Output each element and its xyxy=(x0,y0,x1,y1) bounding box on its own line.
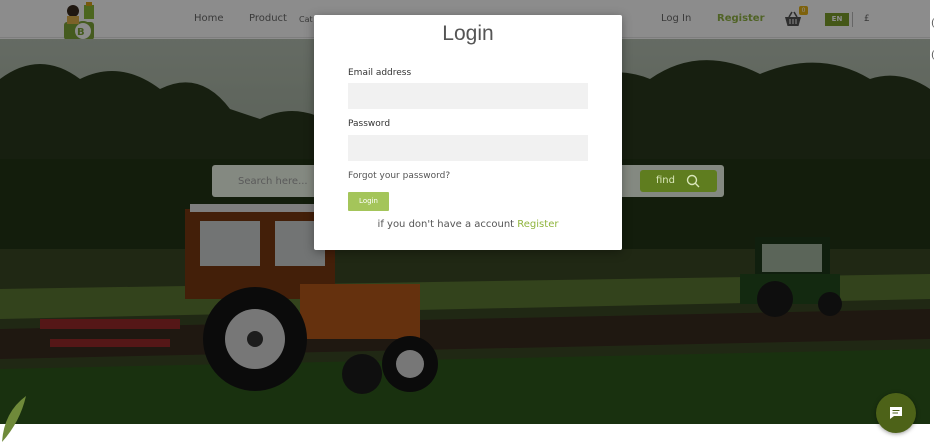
search-icon xyxy=(686,174,700,188)
password-label: Password xyxy=(348,119,391,129)
login-modal: Login Email address Password Forgot your… xyxy=(314,15,622,250)
leaf-decoration-icon xyxy=(2,396,26,442)
email-label: Email address xyxy=(348,68,412,78)
register-prompt-text: if you don't have a account xyxy=(377,219,515,230)
right-edge-strip xyxy=(930,0,936,442)
forgot-password-link[interactable]: Forgot your password? xyxy=(348,171,450,181)
email-field[interactable] xyxy=(348,83,588,109)
register-link[interactable]: Register xyxy=(517,219,558,230)
password-field[interactable] xyxy=(348,135,588,161)
modal-title: Login xyxy=(442,22,494,45)
find-button[interactable]: find xyxy=(640,170,717,192)
register-prompt: if you don't have a account Register xyxy=(314,219,622,230)
footer-strip xyxy=(0,424,930,442)
edge-glyph: ( xyxy=(931,18,935,29)
edge-glyph: ( xyxy=(931,50,935,61)
page: B Home Product Cat Log In Register 0 EN … xyxy=(0,0,936,442)
login-submit-button[interactable]: Login xyxy=(348,192,389,211)
chat-bubble-icon xyxy=(890,407,902,419)
chat-button[interactable] xyxy=(876,393,916,433)
find-button-label: find xyxy=(656,175,675,186)
